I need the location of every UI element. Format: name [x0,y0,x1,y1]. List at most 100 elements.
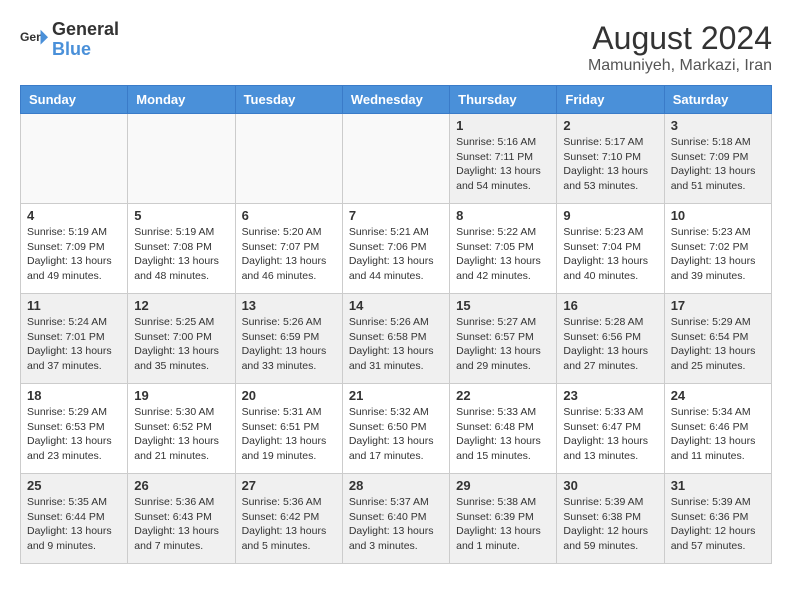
day-number: 23 [563,388,657,403]
calendar-cell: 31Sunrise: 5:39 AMSunset: 6:36 PMDayligh… [664,474,771,564]
calendar-cell: 29 Sunrise: 5:38 AMSunset: 6:39 PMDayligh… [450,474,557,564]
calendar-cell: 3Sunrise: 5:18 AMSunset: 7:09 PMDaylight… [664,114,771,204]
calendar-cell: 15Sunrise: 5:27 AMSunset: 6:57 PMDayligh… [450,294,557,384]
day-number: 7 [349,208,443,223]
logo-icon: Gen [20,26,48,54]
day-info: Sunrise: 5:33 AMSunset: 6:48 PMDaylight:… [456,405,550,464]
calendar-cell: 17 Sunrise: 5:29 AMSunset: 6:54 PMDayligh… [664,294,771,384]
calendar-cell: 16 Sunrise: 5:28 AMSunset: 6:56 PMDayligh… [557,294,664,384]
day-info: Sunrise: 5:30 AMSunset: 6:52 PMDaylight:… [134,405,228,464]
page-header: Gen General Blue August 2024 Mamuniyeh, … [20,20,772,75]
day-number: 9 [563,208,657,223]
day-number: 18 [27,388,121,403]
calendar-cell: 12 Sunrise: 5:25 AMSunset: 7:00 PMDayligh… [128,294,235,384]
day-info: Sunrise: 5:23 AMSunset: 7:04 PMDaylight:… [563,225,657,284]
calendar-cell: 11 Sunrise: 5:24 AMSunset: 7:01 PMDayligh… [21,294,128,384]
day-header-thursday: Thursday [450,86,557,114]
day-number: 22 [456,388,550,403]
calendar-table: SundayMondayTuesdayWednesdayThursdayFrid… [20,85,772,564]
day-info: Sunrise: 5:21 AMSunset: 7:06 PMDaylight:… [349,225,443,284]
calendar-cell: 7 Sunrise: 5:21 AMSunset: 7:06 PMDaylight… [342,204,449,294]
day-info: Sunrise: 5:37 AMSunset: 6:40 PMDaylight:… [349,495,443,554]
calendar-cell: 8Sunrise: 5:22 AMSunset: 7:05 PMDaylight… [450,204,557,294]
day-info: Sunrise: 5:25 AMSunset: 7:00 PMDaylight:… [134,315,228,374]
title-block: August 2024 Mamuniyeh, Markazi, Iran [588,20,772,75]
week-row-5: 25 Sunrise: 5:35 AMSunset: 6:44 PMDayligh… [21,474,772,564]
day-info: Sunrise: 5:38 AMSunset: 6:39 PMDaylight:… [456,495,550,554]
day-header-wednesday: Wednesday [342,86,449,114]
week-row-3: 11 Sunrise: 5:24 AMSunset: 7:01 PMDayligh… [21,294,772,384]
calendar-cell: 18 Sunrise: 5:29 AMSunset: 6:53 PMDayligh… [21,384,128,474]
day-number: 20 [242,388,336,403]
day-number: 8 [456,208,550,223]
calendar-cell: 6Sunrise: 5:20 AMSunset: 7:07 PMDaylight… [235,204,342,294]
week-row-1: 1Sunrise: 5:16 AMSunset: 7:11 PMDaylight… [21,114,772,204]
day-number: 10 [671,208,765,223]
calendar-cell: 28 Sunrise: 5:37 AMSunset: 6:40 PMDayligh… [342,474,449,564]
day-number: 12 [134,298,228,313]
month-year: August 2024 [588,20,772,57]
day-number: 16 [563,298,657,313]
calendar-cell: 22 Sunrise: 5:33 AMSunset: 6:48 PMDayligh… [450,384,557,474]
svg-text:Gen: Gen [20,30,44,44]
calendar-cell: 4 Sunrise: 5:19 AMSunset: 7:09 PMDaylight… [21,204,128,294]
calendar-cell: 2 Sunrise: 5:17 AMSunset: 7:10 PMDaylight… [557,114,664,204]
day-info: Sunrise: 5:19 AMSunset: 7:09 PMDaylight:… [27,225,121,284]
day-number: 29 [456,478,550,493]
day-info: Sunrise: 5:35 AMSunset: 6:44 PMDaylight:… [27,495,121,554]
day-info: Sunrise: 5:36 AMSunset: 6:43 PMDaylight:… [134,495,228,554]
day-number: 25 [27,478,121,493]
day-header-monday: Monday [128,86,235,114]
logo-line2: Blue [52,40,119,60]
calendar-cell: 19 Sunrise: 5:30 AMSunset: 6:52 PMDayligh… [128,384,235,474]
day-info: Sunrise: 5:36 AMSunset: 6:42 PMDaylight:… [242,495,336,554]
day-info: Sunrise: 5:18 AMSunset: 7:09 PMDaylight:… [671,135,765,194]
day-info: Sunrise: 5:23 AMSunset: 7:02 PMDaylight:… [671,225,765,284]
day-info: Sunrise: 5:26 AMSunset: 6:58 PMDaylight:… [349,315,443,374]
day-info: Sunrise: 5:28 AMSunset: 6:56 PMDaylight:… [563,315,657,374]
calendar-cell: 20 Sunrise: 5:31 AMSunset: 6:51 PMDayligh… [235,384,342,474]
day-info: Sunrise: 5:32 AMSunset: 6:50 PMDaylight:… [349,405,443,464]
day-number: 21 [349,388,443,403]
calendar-cell [21,114,128,204]
day-header-sunday: Sunday [21,86,128,114]
day-info: Sunrise: 5:19 AMSunset: 7:08 PMDaylight:… [134,225,228,284]
calendar-cell: 10 Sunrise: 5:23 AMSunset: 7:02 PMDayligh… [664,204,771,294]
calendar-cell: 23 Sunrise: 5:33 AMSunset: 6:47 PMDayligh… [557,384,664,474]
week-row-4: 18 Sunrise: 5:29 AMSunset: 6:53 PMDayligh… [21,384,772,474]
week-row-2: 4 Sunrise: 5:19 AMSunset: 7:09 PMDaylight… [21,204,772,294]
day-number: 2 [563,118,657,133]
logo-line1: General [52,20,119,40]
day-number: 17 [671,298,765,313]
calendar-cell: 21 Sunrise: 5:32 AMSunset: 6:50 PMDayligh… [342,384,449,474]
day-number: 19 [134,388,228,403]
logo: Gen General Blue [20,20,119,60]
day-number: 14 [349,298,443,313]
calendar-cell: 27 Sunrise: 5:36 AMSunset: 6:42 PMDayligh… [235,474,342,564]
day-number: 28 [349,478,443,493]
day-info: Sunrise: 5:26 AMSunset: 6:59 PMDaylight:… [242,315,336,374]
day-number: 11 [27,298,121,313]
days-header-row: SundayMondayTuesdayWednesdayThursdayFrid… [21,86,772,114]
day-info: Sunrise: 5:29 AMSunset: 6:54 PMDaylight:… [671,315,765,374]
day-number: 27 [242,478,336,493]
day-number: 6 [242,208,336,223]
day-number: 31 [671,478,765,493]
day-number: 30 [563,478,657,493]
day-info: Sunrise: 5:17 AMSunset: 7:10 PMDaylight:… [563,135,657,194]
day-info: Sunrise: 5:24 AMSunset: 7:01 PMDaylight:… [27,315,121,374]
calendar-cell: 14 Sunrise: 5:26 AMSunset: 6:58 PMDayligh… [342,294,449,384]
day-number: 1 [456,118,550,133]
calendar-cell: 30Sunrise: 5:39 AMSunset: 6:38 PMDayligh… [557,474,664,564]
day-number: 4 [27,208,121,223]
day-header-friday: Friday [557,86,664,114]
day-info: Sunrise: 5:33 AMSunset: 6:47 PMDaylight:… [563,405,657,464]
logo-text: General Blue [52,20,119,60]
calendar-cell [342,114,449,204]
day-info: Sunrise: 5:29 AMSunset: 6:53 PMDaylight:… [27,405,121,464]
day-number: 24 [671,388,765,403]
calendar-cell: 5Sunrise: 5:19 AMSunset: 7:08 PMDaylight… [128,204,235,294]
day-header-saturday: Saturday [664,86,771,114]
day-info: Sunrise: 5:27 AMSunset: 6:57 PMDaylight:… [456,315,550,374]
day-info: Sunrise: 5:31 AMSunset: 6:51 PMDaylight:… [242,405,336,464]
